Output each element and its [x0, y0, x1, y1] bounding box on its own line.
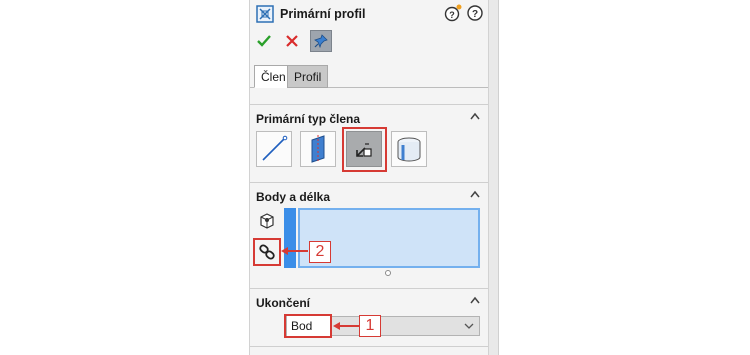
help-icon[interactable]: ? — [466, 4, 484, 22]
divider — [250, 346, 488, 347]
arrow-left-icon — [333, 322, 360, 330]
line-member-icon — [262, 135, 288, 161]
point-vertex-button[interactable] — [257, 211, 277, 231]
selection-resize-handle[interactable] — [385, 270, 391, 276]
panel-scrollbar[interactable] — [489, 0, 499, 355]
arrow-left-icon — [281, 247, 308, 255]
help-icons: ? ? — [444, 4, 484, 22]
callout-1: 1 — [359, 315, 381, 337]
chevron-up-icon[interactable] — [470, 112, 480, 120]
tab-profil[interactable]: Profil — [287, 65, 329, 88]
svg-text:?: ? — [472, 9, 478, 20]
action-buttons — [254, 30, 332, 52]
property-manager-panel: Primární profil ? ? Člen Profil Primární… — [249, 0, 489, 355]
point-vertex-icon — [260, 213, 274, 229]
ok-button[interactable] — [254, 31, 274, 51]
chevron-up-icon[interactable] — [470, 190, 480, 198]
member-type-line-button[interactable] — [256, 131, 292, 167]
plate-member-icon — [311, 135, 325, 163]
cylinder-member-icon — [397, 137, 421, 162]
highlight-box-dropdown-value — [284, 314, 332, 338]
svg-text:?: ? — [449, 10, 455, 20]
selection-list-indicator — [284, 208, 296, 268]
member-type-plate-button[interactable] — [300, 131, 336, 167]
pin-icon — [314, 34, 328, 48]
member-type-cylinder-button[interactable] — [391, 131, 427, 167]
section-member-type-title: Primární typ člena — [256, 112, 361, 126]
tab-bar: Člen Profil — [250, 62, 488, 88]
help-tips-icon[interactable]: ? — [444, 4, 462, 22]
chevron-down-icon[interactable] — [464, 322, 474, 330]
highlight-box-member-type — [342, 127, 387, 172]
cancel-button[interactable] — [282, 31, 302, 51]
pin-button[interactable] — [310, 30, 332, 52]
structure-member-icon — [256, 5, 274, 23]
highlight-box-chain-link — [253, 238, 281, 266]
panel-title: Primární profil — [280, 7, 366, 21]
callout-2: 2 — [309, 241, 331, 263]
cancel-x-icon — [286, 35, 298, 47]
section-termination-title: Ukončení — [256, 296, 311, 310]
panel-header: Primární profil ? ? — [256, 4, 484, 24]
chevron-up-icon[interactable] — [470, 296, 480, 304]
ok-check-icon — [257, 35, 271, 47]
section-points-length-title: Body a délka — [256, 190, 331, 204]
